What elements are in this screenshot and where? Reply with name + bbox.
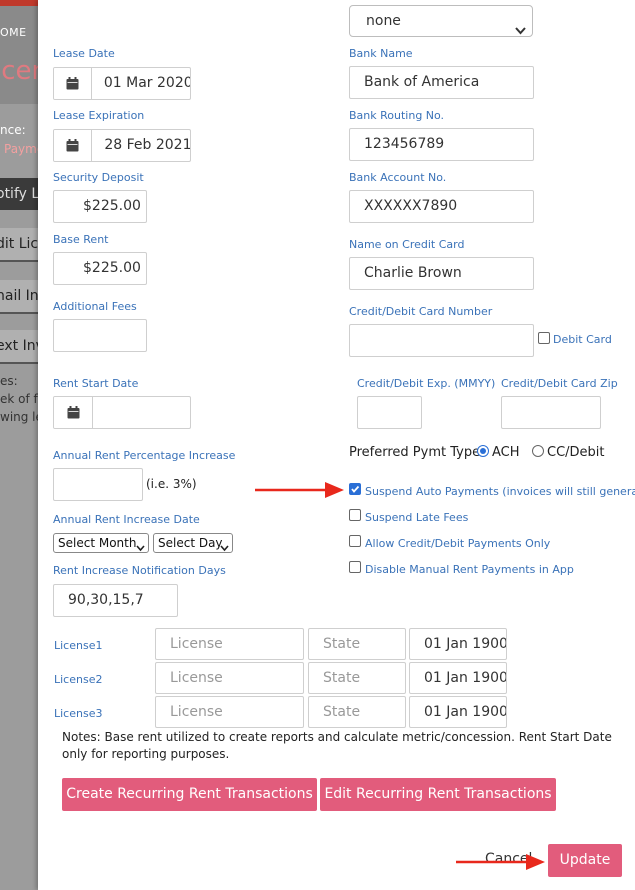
edit-lease-modal: none Lease Date 01 Mar 2020 Lease Expira…	[38, 0, 635, 890]
increase-date-label: Annual Rent Increase Date	[53, 513, 200, 526]
account-label: Bank Account No.	[349, 171, 447, 184]
form-notes: Notes: Base rent utilized to create repo…	[62, 730, 612, 761]
security-deposit-label: Security Deposit	[53, 171, 144, 184]
lease-expiration-label: Lease Expiration	[53, 109, 145, 122]
license3-label: License3	[54, 707, 103, 720]
allow-credit-label: Allow Credit/Debit Payments Only	[365, 537, 551, 550]
routing-label: Bank Routing No.	[349, 109, 445, 122]
background-edit-button: dit Lice	[0, 228, 40, 262]
increase-day-value: Select Day	[158, 536, 223, 550]
chevron-down-icon	[515, 16, 526, 46]
rent-start-date-field[interactable]	[53, 396, 191, 429]
disable-manual-checkbox[interactable]	[349, 561, 361, 573]
additional-fees-label: Additional Fees	[53, 300, 137, 313]
top-select-value: none	[366, 13, 401, 29]
rent-start-date-label: Rent Start Date	[53, 377, 139, 390]
edit-recurring-button[interactable]: Edit Recurring Rent Transactions	[320, 778, 556, 811]
background-text-line: Payme	[4, 142, 40, 156]
lease-expiration-value: 28 Feb 2021	[104, 137, 190, 153]
annual-increase-label: Annual Rent Percentage Increase	[53, 449, 236, 462]
lease-date-field[interactable]: 01 Mar 2020	[53, 67, 191, 100]
card-zip-input[interactable]	[501, 396, 601, 429]
additional-fees-input[interactable]	[53, 319, 147, 352]
rent-start-date-value	[93, 397, 105, 428]
license3-input[interactable]: License	[155, 696, 304, 728]
increase-day-select[interactable]: Select Day	[153, 533, 233, 553]
annual-increase-hint: (i.e. 3%)	[146, 477, 197, 491]
account-input[interactable]: XXXXXX7890	[349, 190, 534, 223]
cc-debit-radio[interactable]	[532, 445, 544, 457]
ach-radio[interactable]	[477, 445, 489, 457]
license2-input[interactable]: License	[155, 662, 304, 694]
calendar-icon[interactable]	[54, 130, 93, 161]
notification-days-input[interactable]: 90,30,15,7	[53, 584, 178, 617]
card-number-label: Credit/Debit Card Number	[349, 305, 493, 318]
annual-increase-input[interactable]	[53, 468, 143, 501]
license2-label: License2	[54, 673, 103, 686]
license1-state-input[interactable]: State	[308, 628, 406, 660]
background-note: es:	[0, 374, 18, 388]
base-rent-input[interactable]: $225.00	[53, 252, 147, 285]
create-recurring-button[interactable]: Create Recurring Rent Transactions	[62, 778, 317, 811]
security-deposit-input[interactable]: $225.00	[53, 190, 147, 223]
license2-date-input[interactable]: 01 Jan 1900	[409, 662, 507, 694]
lease-expiration-field[interactable]: 28 Feb 2021	[53, 129, 191, 162]
bank-name-input[interactable]: Bank of America	[349, 66, 534, 99]
license1-label: License1	[54, 639, 103, 652]
chevron-down-icon	[136, 539, 145, 557]
background-note: ek of fr	[0, 392, 40, 406]
suspend-auto-label: Suspend Auto Payments (invoices will sti…	[365, 485, 635, 498]
increase-month-select[interactable]: Select Month	[53, 533, 149, 553]
background-panel	[0, 104, 40, 890]
license3-date-input[interactable]: 01 Jan 1900	[409, 696, 507, 728]
notification-days-label: Rent Increase Notification Days	[53, 564, 226, 577]
name-on-card-label: Name on Credit Card	[349, 238, 465, 251]
license1-input[interactable]: License	[155, 628, 304, 660]
ach-radio-label: ACH	[492, 445, 520, 460]
top-select[interactable]: none	[349, 5, 533, 37]
license2-state-input[interactable]: State	[308, 662, 406, 694]
background-title: icen	[0, 56, 40, 86]
disable-manual-label: Disable Manual Rent Payments in App	[365, 563, 574, 576]
suspend-auto-checkbox[interactable]	[349, 483, 361, 495]
base-rent-label: Base Rent	[53, 233, 109, 246]
increase-month-value: Select Month	[58, 536, 137, 550]
name-on-card-input[interactable]: Charlie Brown	[349, 257, 534, 290]
card-exp-label: Credit/Debit Exp. (MMYY)	[357, 377, 496, 390]
license1-date-input[interactable]: 01 Jan 1900	[409, 628, 507, 660]
update-button[interactable]: Update	[548, 844, 622, 877]
debit-card-label: Debit Card	[553, 333, 612, 346]
license3-state-input[interactable]: State	[308, 696, 406, 728]
allow-credit-checkbox[interactable]	[349, 535, 361, 547]
card-number-input[interactable]	[349, 324, 534, 357]
background-page: OME icen nce: Payme otify L dit Lice nai…	[0, 0, 40, 890]
pymt-type-label: Preferred Pymt Type	[349, 445, 481, 460]
lease-date-label: Lease Date	[53, 47, 115, 60]
background-notify-button: otify L	[0, 178, 40, 210]
cc-debit-radio-label: CC/Debit	[547, 445, 605, 460]
suspend-late-label: Suspend Late Fees	[365, 511, 469, 524]
card-zip-label: Credit/Debit Card Zip	[501, 377, 618, 390]
debit-card-checkbox[interactable]	[538, 332, 550, 344]
background-breadcrumb: OME	[0, 26, 27, 39]
background-email-button: nail In	[0, 280, 40, 314]
card-exp-input[interactable]	[357, 396, 422, 429]
background-note: wing le	[0, 410, 40, 424]
lease-date-value: 01 Mar 2020	[103, 75, 190, 91]
calendar-icon[interactable]	[54, 397, 93, 428]
background-text-line: nce:	[0, 123, 26, 137]
red-arrow-icon	[456, 854, 545, 870]
chevron-down-icon	[220, 539, 229, 557]
bank-name-label: Bank Name	[349, 47, 413, 60]
suspend-late-checkbox[interactable]	[349, 509, 361, 521]
routing-input[interactable]: 123456789	[349, 128, 534, 161]
red-arrow-icon	[255, 482, 344, 498]
calendar-icon[interactable]	[54, 68, 92, 99]
background-top-bar	[0, 0, 40, 6]
background-text-button: ext Inv	[0, 330, 40, 364]
